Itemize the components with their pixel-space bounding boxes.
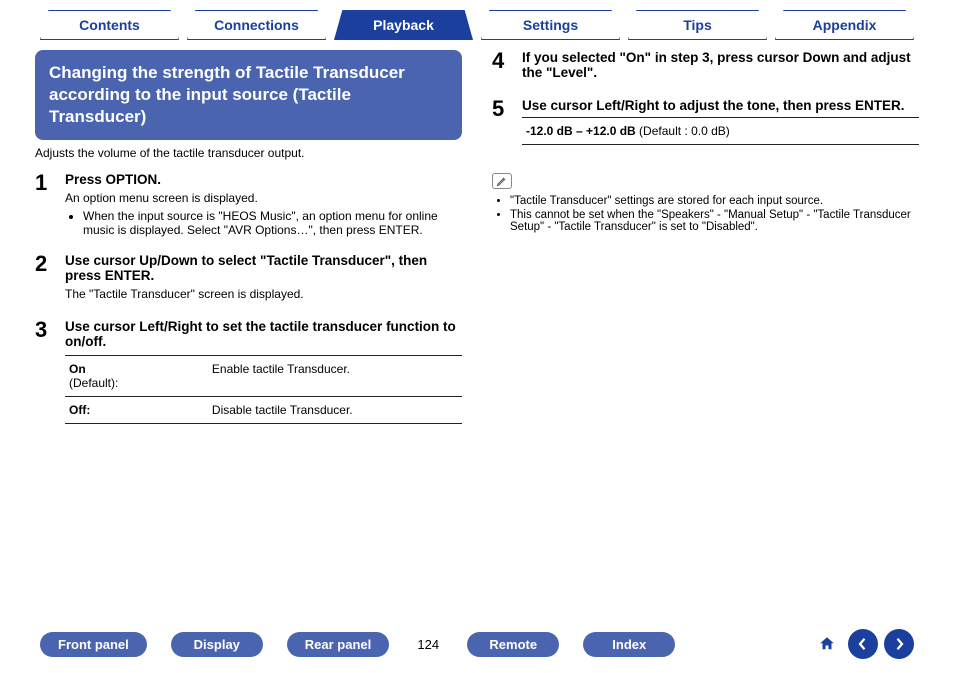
prev-icon[interactable] [848, 629, 878, 659]
step-title: If you selected "On" in step 3, press cu… [522, 50, 919, 80]
section-title: Changing the strength of Tactile Transdu… [35, 50, 462, 140]
step-title: Use cursor Left/Right to set the tactile… [65, 319, 462, 349]
content-area: Changing the strength of Tactile Transdu… [0, 40, 954, 438]
options-table: On (Default): Enable tactile Transducer.… [65, 355, 462, 424]
pencil-icon [492, 173, 512, 189]
step-title: Press OPTION. [65, 172, 462, 187]
tab-connections[interactable]: Connections [187, 10, 326, 40]
remote-button[interactable]: Remote [467, 632, 559, 657]
table-row: On (Default): Enable tactile Transducer. [65, 356, 462, 397]
step-number: 2 [35, 253, 53, 305]
footer: Front panel Display Rear panel 124 Remot… [0, 629, 954, 659]
step-number: 4 [492, 50, 510, 84]
tab-playback[interactable]: Playback [334, 10, 473, 40]
section-subtitle: Adjusts the volume of the tactile transd… [35, 146, 462, 160]
tab-contents[interactable]: Contents [40, 10, 179, 40]
option-on-default: (Default): [69, 376, 118, 390]
step-4: 4 If you selected "On" in step 3, press … [492, 50, 919, 84]
step-title: Use cursor Left/Right to adjust the tone… [522, 98, 919, 113]
notes-list: "Tactile Transducer" settings are stored… [492, 195, 919, 233]
table-row: Off: Disable tactile Transducer. [65, 397, 462, 424]
top-tabs: Contents Connections Playback Settings T… [0, 0, 954, 40]
rear-panel-button[interactable]: Rear panel [287, 632, 389, 657]
right-column: 4 If you selected "On" in step 3, press … [492, 50, 919, 438]
step-1: 1 Press OPTION. An option menu screen is… [35, 172, 462, 239]
step-3: 3 Use cursor Left/Right to set the tacti… [35, 319, 462, 424]
option-on-desc: Enable tactile Transducer. [208, 356, 462, 397]
step-number: 5 [492, 98, 510, 145]
range-box: -12.0 dB – +12.0 dB (Default : 0.0 dB) [522, 117, 919, 145]
page-number: 124 [413, 637, 443, 652]
next-icon[interactable] [884, 629, 914, 659]
step-subtext: An option menu screen is displayed. [65, 191, 462, 205]
step-subtext: The "Tactile Transducer" screen is displ… [65, 287, 462, 301]
step-number: 3 [35, 319, 53, 424]
display-button[interactable]: Display [171, 632, 263, 657]
option-on-label: On [69, 362, 86, 376]
home-icon[interactable] [812, 629, 842, 659]
step-number: 1 [35, 172, 53, 239]
left-column: Changing the strength of Tactile Transdu… [35, 50, 462, 438]
tab-appendix[interactable]: Appendix [775, 10, 914, 40]
step-title: Use cursor Up/Down to select "Tactile Tr… [65, 253, 462, 283]
nav-icons [812, 629, 914, 659]
index-button[interactable]: Index [583, 632, 675, 657]
step-bullet: When the input source is "HEOS Music", a… [83, 209, 462, 237]
note-item: This cannot be set when the "Speakers" -… [510, 209, 919, 233]
range-value: -12.0 dB – +12.0 dB [526, 124, 636, 138]
option-off-desc: Disable tactile Transducer. [208, 397, 462, 424]
range-default: (Default : 0.0 dB) [636, 124, 730, 138]
step-5: 5 Use cursor Left/Right to adjust the to… [492, 98, 919, 145]
note-item: "Tactile Transducer" settings are stored… [510, 195, 919, 207]
tab-tips[interactable]: Tips [628, 10, 767, 40]
step-2: 2 Use cursor Up/Down to select "Tactile … [35, 253, 462, 305]
front-panel-button[interactable]: Front panel [40, 632, 147, 657]
tab-settings[interactable]: Settings [481, 10, 620, 40]
option-off-label: Off: [69, 403, 90, 417]
